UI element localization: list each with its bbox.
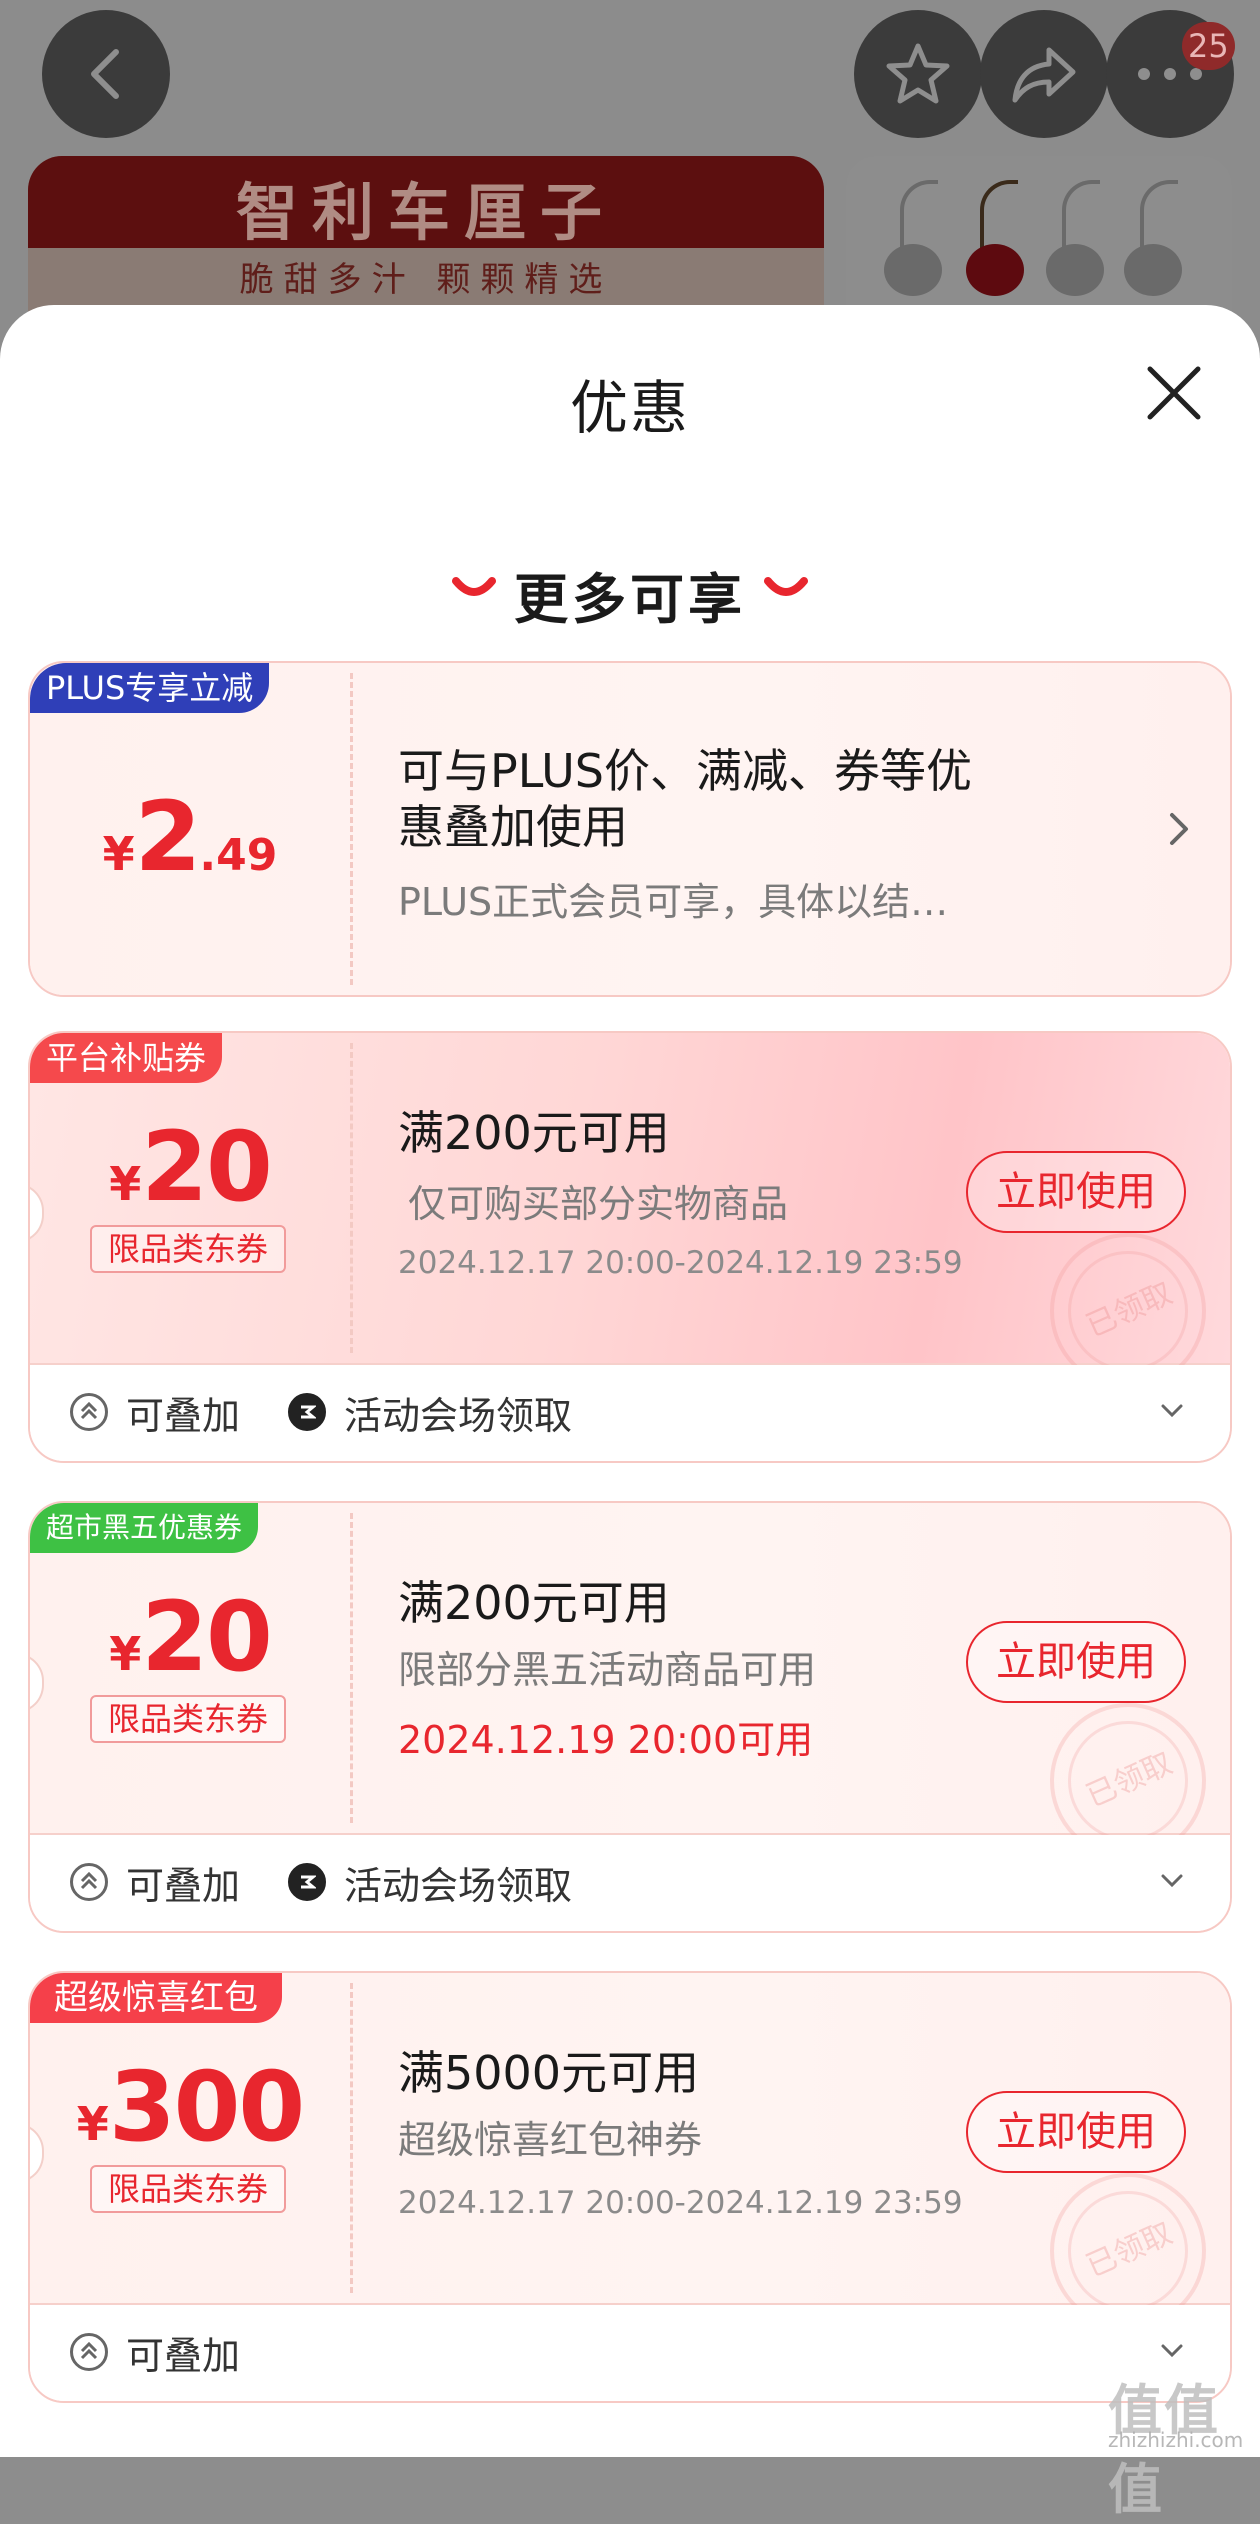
source-label: 活动会场领取 (344, 1393, 573, 1438)
stack-icon (70, 1393, 108, 1431)
coupon-description: 超级惊喜红包神券 (398, 2118, 703, 2162)
cherry-icon (1046, 244, 1104, 296)
background-page: 25 智利车厘子 脆甜多汁 颗颗精选 (0, 0, 1260, 356)
coupon-date: 2024.12.17 20:00-2024.12.19 23:59 (398, 1245, 963, 1281)
limit-badge: 限品类东券 (90, 2165, 286, 2213)
chevron-down-icon[interactable] (1160, 2339, 1184, 2363)
offers-sheet: 优惠 更多可享 PLUS专享立减 ¥2.49 可与PLUS价、满减、券等优 惠叠… (0, 305, 1260, 2457)
stack-icon (70, 2333, 108, 2371)
section-heading: 更多可享 (514, 568, 746, 631)
use-now-button[interactable]: 立即使用 (966, 2091, 1186, 2173)
coupon-date: 2024.12.19 20:00可用 (398, 1718, 814, 1762)
stack-icon (70, 1863, 108, 1901)
share-button[interactable] (980, 10, 1108, 138)
coupon-footer: 可叠加 活动会场领取 (30, 1835, 1230, 1931)
coupon-card-red-packet: 超级惊喜红包 已领取 ¥300 限品类东券 满5000元可用 超级惊喜红包神券 … (28, 1971, 1232, 2403)
stackable-label: 可叠加 (126, 1863, 241, 1908)
plus-description: PLUS正式会员可享，具体以结… (398, 880, 949, 924)
favorite-button[interactable] (854, 10, 982, 138)
share-icon (1012, 47, 1076, 103)
watermark-url: zhizhizhi.com (1108, 2428, 1244, 2452)
chevron-down-icon[interactable] (1160, 1869, 1184, 1893)
ticket-icon (288, 1393, 326, 1431)
sheet-title: 优惠 (569, 374, 690, 442)
coupon-price: ¥300 (76, 2051, 305, 2163)
coupon-footer: 可叠加 (30, 2305, 1230, 2401)
close-icon[interactable] (1144, 363, 1204, 423)
limit-badge: 限品类东券 (90, 1695, 286, 1743)
more-icon (1138, 68, 1202, 80)
plus-price: ¥2.49 (102, 781, 278, 893)
coupon-card-supermarket: 超市黑五优惠券 已领取 ¥20 限品类东券 满200元可用 限部分黑五活动商品可… (28, 1501, 1232, 1933)
coupon-description: 仅可购买部分实物商品 (408, 1182, 789, 1226)
use-now-button[interactable]: 立即使用 (966, 1151, 1186, 1233)
use-now-button[interactable]: 立即使用 (966, 1621, 1186, 1703)
banner-title: 智利车厘子 (235, 176, 616, 249)
chevron-down-icon[interactable] (1160, 1399, 1184, 1423)
coupon-footer: 可叠加 活动会场领取 (30, 1365, 1230, 1461)
coupon-tag: 超市黑五优惠券 (30, 1503, 259, 1553)
coupon-description: 限部分黑五活动商品可用 (398, 1648, 817, 1692)
stackable-label: 可叠加 (126, 1393, 241, 1438)
coupon-price: ¥20 (109, 1111, 273, 1223)
coupon-date: 2024.12.17 20:00-2024.12.19 23:59 (398, 2185, 963, 2221)
back-button[interactable] (42, 10, 170, 138)
coupon-title: 满5000元可用 (398, 2046, 700, 2100)
cherry-icon (884, 244, 942, 296)
plus-title-line2: 惠叠加使用 (398, 800, 628, 854)
ticket-icon (288, 1863, 326, 1901)
coupon-card-platform: 平台补贴券 已领取 ¥20 限品类东券 满200元可用 仅可购买部分实物商品 2… (28, 1031, 1232, 1463)
smile-decoration-icon (764, 577, 808, 596)
banner-subtitle: 脆甜多汁 颗颗精选 (239, 260, 613, 300)
coupon-title: 满200元可用 (398, 1106, 670, 1160)
back-icon (91, 49, 119, 99)
cherry-icon (966, 244, 1024, 296)
coupon-price: ¥20 (109, 1581, 273, 1693)
notification-badge: 25 (1182, 22, 1235, 70)
coupon-tag: 超级惊喜红包 (30, 1973, 282, 2023)
coupon-tag: 平台补贴券 (30, 1033, 223, 1083)
source-label: 活动会场领取 (344, 1863, 573, 1908)
limit-badge: 限品类东券 (90, 1225, 286, 1273)
coupon-title: 满200元可用 (398, 1576, 670, 1630)
star-icon (886, 43, 950, 104)
plus-tag: PLUS专享立减 (30, 663, 270, 713)
stackable-label: 可叠加 (126, 2333, 241, 2378)
chevron-right-icon[interactable] (1168, 811, 1190, 847)
plus-discount-card[interactable]: PLUS专享立减 ¥2.49 可与PLUS价、满减、券等优 惠叠加使用 PLUS… (28, 661, 1232, 997)
cherry-icon (1124, 244, 1182, 296)
